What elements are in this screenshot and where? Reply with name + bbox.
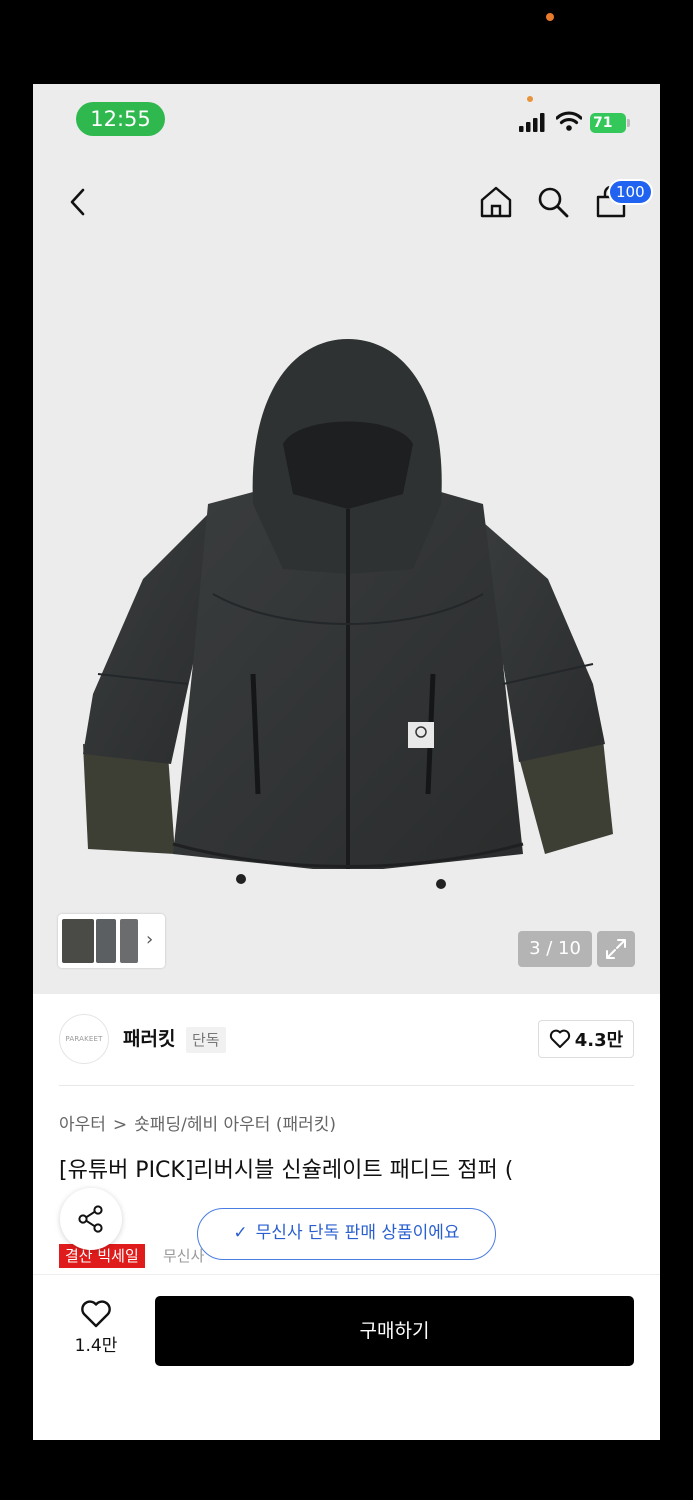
back-button[interactable] — [58, 182, 98, 222]
thumbnail-strip[interactable]: › — [58, 914, 165, 968]
check-icon: ✓ — [233, 1223, 248, 1243]
thumbnail-image[interactable] — [62, 919, 94, 963]
status-time: 12:55 — [76, 102, 165, 136]
chevron-right-icon[interactable]: › — [146, 930, 153, 950]
breadcrumb: 아우터 > 숏패딩/헤비 아우터 (패러킷) — [59, 1112, 336, 1138]
toast-text: 무신사 단독 판매 상품이에요 — [255, 1223, 460, 1243]
expand-image-button[interactable] — [597, 931, 635, 967]
brand-logo[interactable]: PARAKEET — [59, 1014, 109, 1064]
battery-level: 71 — [590, 113, 626, 133]
exclusive-tag: 단독 — [186, 1027, 226, 1053]
home-button[interactable] — [476, 182, 516, 222]
battery-icon: 71 — [590, 113, 630, 133]
thumbnail-image[interactable] — [96, 919, 116, 963]
cellular-signal-icon — [519, 113, 545, 132]
home-icon — [480, 186, 512, 218]
breadcrumb-category[interactable]: 아우터 — [59, 1115, 106, 1135]
product-like-button[interactable]: 1.4만 — [66, 1299, 126, 1359]
cart-count-badge: 100 — [608, 179, 653, 205]
privacy-indicator-dot — [527, 96, 533, 102]
thumbnail-image[interactable] — [120, 919, 138, 963]
heart-icon — [81, 1300, 111, 1328]
product-like-count: 1.4만 — [74, 1336, 118, 1356]
share-button[interactable] — [60, 1188, 122, 1250]
brand-like-count: 4.3만 — [574, 1030, 624, 1051]
breadcrumb-subcategory[interactable]: 숏패딩/헤비 아우터 (패러킷) — [134, 1115, 336, 1135]
divider — [59, 1085, 634, 1086]
product-jacket-image — [83, 339, 613, 889]
phone-screen: 12:55 71 100 › 3 / 10 PARAKEET 패러킷 단독 4.… — [33, 84, 660, 1440]
brand-row: PARAKEET 패러킷 단독 4.3만 — [33, 994, 660, 1084]
breadcrumb-separator: > — [112, 1115, 128, 1135]
share-icon — [78, 1205, 103, 1233]
buy-button[interactable]: 구매하기 — [155, 1296, 634, 1366]
brand-like-button[interactable]: 4.3만 — [538, 1020, 634, 1058]
status-bar: 12:55 71 — [33, 84, 660, 154]
product-title: [유튜버 PICK]리버시블 신슐레이트 패디드 점퍼 ( — [59, 1158, 514, 1183]
expand-icon — [606, 939, 626, 959]
image-counter: 3 / 10 — [518, 931, 592, 967]
wifi-icon — [556, 111, 582, 131]
brand-name[interactable]: 패러킷 — [123, 1026, 175, 1052]
bottom-action-bar: 1.4만 구매하기 — [33, 1274, 660, 1440]
search-button[interactable] — [533, 182, 573, 222]
product-image-area[interactable]: 12:55 71 100 › 3 / 10 — [33, 84, 660, 994]
search-icon — [538, 187, 569, 218]
heart-icon — [549, 1029, 570, 1048]
exclusive-toast: ✓ 무신사 단독 판매 상품이에요 — [197, 1208, 496, 1260]
chevron-left-icon — [70, 188, 85, 216]
promo-text: 무신사 — [163, 1247, 205, 1265]
camera-indicator-dot — [546, 13, 554, 21]
